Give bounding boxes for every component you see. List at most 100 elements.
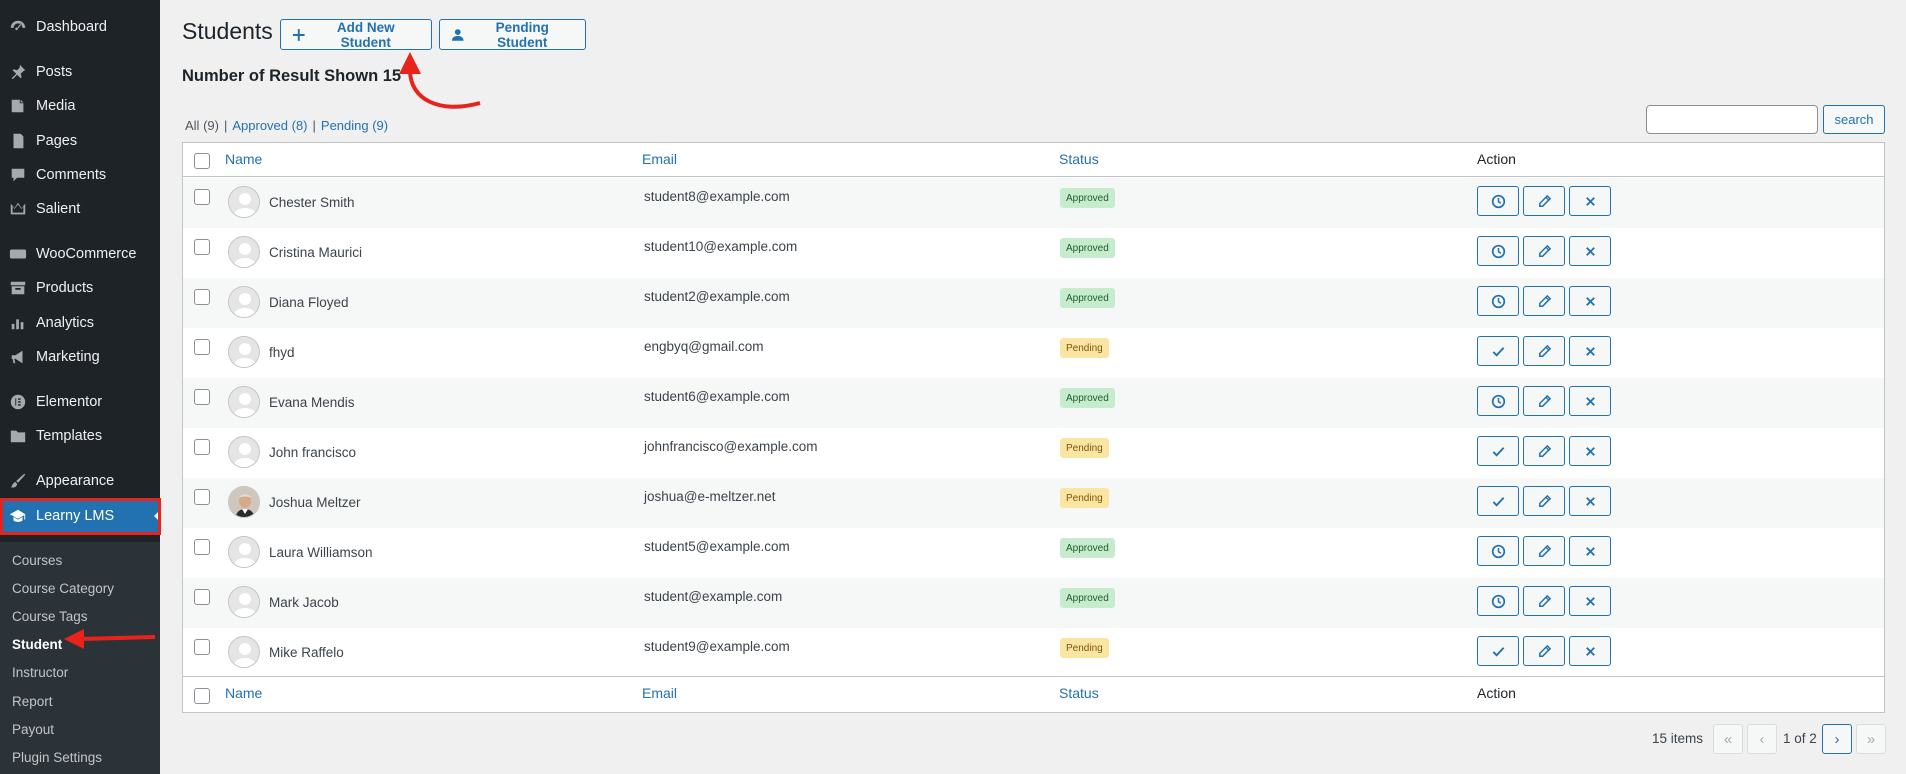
megaphone-icon xyxy=(8,347,28,367)
sidebar-item-label: Products xyxy=(36,280,94,296)
status-badge: Approved xyxy=(1060,188,1115,208)
search-input[interactable] xyxy=(1646,105,1818,134)
student-name: Mike Raffelo xyxy=(269,645,344,660)
submenu-course-category[interactable]: Course Category xyxy=(12,581,114,596)
pending-student-button[interactable]: Pending Student xyxy=(439,19,586,50)
column-name[interactable]: Name xyxy=(225,685,262,701)
delete-button[interactable] xyxy=(1569,436,1611,466)
pencil-icon xyxy=(1537,644,1552,659)
sidebar-item-woocommerce[interactable]: WooCommerce xyxy=(0,237,160,271)
sidebar-item-elementor[interactable]: Elementor xyxy=(0,385,160,419)
pending-status-button[interactable] xyxy=(1477,536,1519,566)
approve-button[interactable] xyxy=(1477,436,1519,466)
column-status[interactable]: Status xyxy=(1059,685,1099,701)
column-status[interactable]: Status xyxy=(1059,151,1099,167)
sidebar-item-posts[interactable]: Posts xyxy=(0,55,160,89)
sidebar-item-marketing[interactable]: Marketing xyxy=(0,340,160,374)
submenu-student[interactable]: Student xyxy=(12,637,62,652)
delete-button[interactable] xyxy=(1569,186,1611,216)
sidebar-item-learny-lms[interactable]: Learny LMS xyxy=(0,499,160,533)
row-checkbox[interactable] xyxy=(194,639,210,655)
last-page-button[interactable]: » xyxy=(1856,724,1886,754)
pending-status-button[interactable] xyxy=(1477,186,1519,216)
sidebar-item-label: Comments xyxy=(36,167,107,183)
close-icon xyxy=(1583,494,1598,509)
submenu-course-tags[interactable]: Course Tags xyxy=(12,609,88,624)
sidebar-item-templates[interactable]: Templates xyxy=(0,419,160,453)
submenu-report[interactable]: Report xyxy=(12,694,53,709)
sidebar-item-dashboard[interactable]: Dashboard xyxy=(0,10,160,44)
next-page-button[interactable]: › xyxy=(1822,724,1852,754)
approve-button[interactable] xyxy=(1477,636,1519,666)
avatar xyxy=(228,186,260,218)
row-checkbox[interactable] xyxy=(194,589,210,605)
row-checkbox[interactable] xyxy=(194,389,210,405)
delete-button[interactable] xyxy=(1569,486,1611,516)
first-page-button[interactable]: « xyxy=(1713,724,1743,754)
delete-button[interactable] xyxy=(1569,586,1611,616)
select-all-checkbox[interactable] xyxy=(194,688,210,704)
filter-all[interactable]: All (9) xyxy=(185,118,219,133)
delete-button[interactable] xyxy=(1569,336,1611,366)
check-icon xyxy=(1491,494,1506,509)
column-email[interactable]: Email xyxy=(642,685,677,701)
student-name: Evana Mendis xyxy=(269,395,355,410)
sidebar-item-products[interactable]: Products xyxy=(0,271,160,305)
table-row: Chester Smith student8@example.com Approve… xyxy=(183,178,1884,228)
row-checkbox[interactable] xyxy=(194,439,210,455)
edit-button[interactable] xyxy=(1523,336,1565,366)
row-checkbox[interactable] xyxy=(194,189,210,205)
sidebar-item-appearance[interactable]: Appearance xyxy=(0,464,160,498)
pending-status-button[interactable] xyxy=(1477,286,1519,316)
edit-button[interactable] xyxy=(1523,536,1565,566)
close-icon xyxy=(1583,594,1598,609)
submenu-courses[interactable]: Courses xyxy=(12,553,62,568)
close-icon xyxy=(1583,444,1598,459)
pencil-icon xyxy=(1537,244,1552,259)
edit-button[interactable] xyxy=(1523,586,1565,616)
student-email: student6@example.com xyxy=(644,389,790,404)
delete-button[interactable] xyxy=(1569,236,1611,266)
sidebar-item-label: Media xyxy=(36,98,76,114)
sidebar-item-media[interactable]: Media xyxy=(0,89,160,123)
pending-status-button[interactable] xyxy=(1477,386,1519,416)
edit-button[interactable] xyxy=(1523,186,1565,216)
row-checkbox[interactable] xyxy=(194,289,210,305)
edit-button[interactable] xyxy=(1523,236,1565,266)
search-button[interactable]: search xyxy=(1823,105,1885,134)
sidebar-item-analytics[interactable]: Analytics xyxy=(0,306,160,340)
delete-button[interactable] xyxy=(1569,386,1611,416)
delete-button[interactable] xyxy=(1569,286,1611,316)
pending-status-button[interactable] xyxy=(1477,586,1519,616)
column-name[interactable]: Name xyxy=(225,151,262,167)
row-checkbox[interactable] xyxy=(194,339,210,355)
table-footer: Name Email Status Action xyxy=(183,676,1884,712)
pin-icon xyxy=(8,62,28,82)
row-checkbox[interactable] xyxy=(194,239,210,255)
table-row: Diana Floyed student2@example.com Approved xyxy=(183,278,1884,328)
delete-button[interactable] xyxy=(1569,636,1611,666)
media-icon xyxy=(8,96,28,116)
sidebar-item-salient[interactable]: Salient xyxy=(0,192,160,226)
edit-button[interactable] xyxy=(1523,486,1565,516)
submenu-instructor[interactable]: Instructor xyxy=(12,665,68,680)
filter-approved[interactable]: Approved (8) xyxy=(232,118,307,133)
column-email[interactable]: Email xyxy=(642,151,677,167)
add-new-student-button[interactable]: Add New Student xyxy=(280,19,432,50)
pending-status-button[interactable] xyxy=(1477,236,1519,266)
filter-pending[interactable]: Pending (9) xyxy=(321,118,388,133)
sidebar-item-comments[interactable]: Comments xyxy=(0,158,160,192)
edit-button[interactable] xyxy=(1523,436,1565,466)
edit-button[interactable] xyxy=(1523,636,1565,666)
approve-button[interactable] xyxy=(1477,336,1519,366)
row-checkbox[interactable] xyxy=(194,489,210,505)
status-badge: Approved xyxy=(1060,538,1115,558)
prev-page-button[interactable]: ‹ xyxy=(1747,724,1777,754)
edit-button[interactable] xyxy=(1523,286,1565,316)
approve-button[interactable] xyxy=(1477,486,1519,516)
edit-button[interactable] xyxy=(1523,386,1565,416)
sidebar-item-pages[interactable]: Pages xyxy=(0,124,160,158)
select-all-checkbox[interactable] xyxy=(194,153,210,169)
row-checkbox[interactable] xyxy=(194,539,210,555)
delete-button[interactable] xyxy=(1569,536,1611,566)
